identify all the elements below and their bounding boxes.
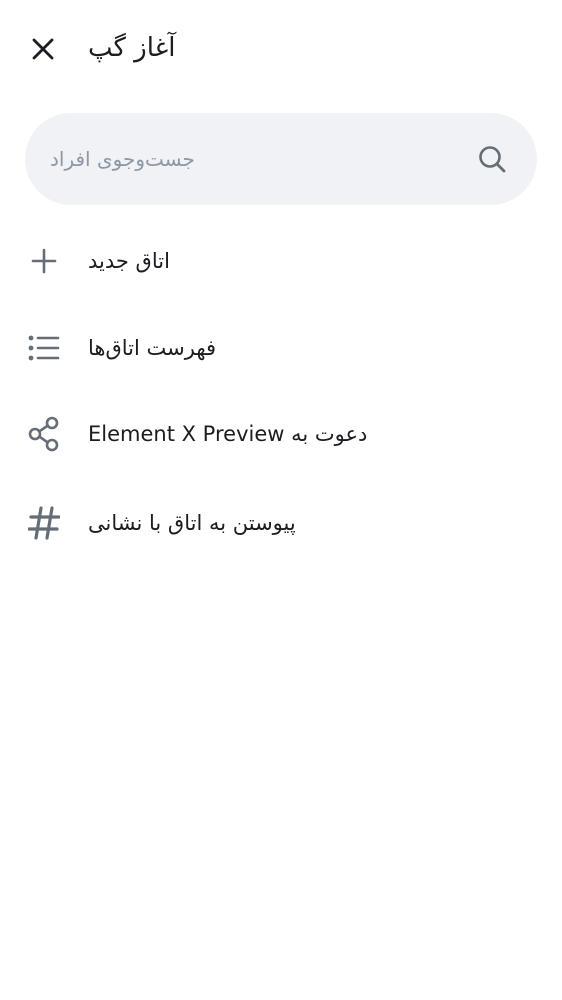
close-button[interactable] xyxy=(20,26,66,72)
page-title: آغاز گپ xyxy=(88,33,176,63)
close-icon xyxy=(32,38,54,60)
search-input[interactable] xyxy=(50,135,450,183)
menu-item-label: فهرست اتاق‌ها xyxy=(88,336,217,360)
menu-item-label: اتاق جدید xyxy=(88,249,170,273)
menu-item-invite[interactable]: دعوت به Element X Preview xyxy=(0,394,562,474)
menu-item-label: پیوستن به اتاق با نشانی xyxy=(88,511,296,535)
plus-icon xyxy=(24,241,64,281)
menu-item-room-directory[interactable]: فهرست اتاق‌ها xyxy=(0,308,562,388)
search-field[interactable] xyxy=(25,113,537,205)
menu-item-label: دعوت به Element X Preview xyxy=(88,422,368,446)
menu-item-new-room[interactable]: اتاق جدید xyxy=(0,221,562,301)
start-chat-screen: آغاز گپ اتاق جدید فهرست اتاق‌ها xyxy=(0,0,562,1000)
top-app-bar: آغاز گپ xyxy=(0,0,562,98)
share-icon xyxy=(24,414,64,454)
search-icon xyxy=(479,146,506,173)
hash-icon xyxy=(24,503,64,543)
menu-item-join-by-address[interactable]: پیوستن به اتاق با نشانی xyxy=(0,483,562,563)
list-icon xyxy=(24,328,64,368)
